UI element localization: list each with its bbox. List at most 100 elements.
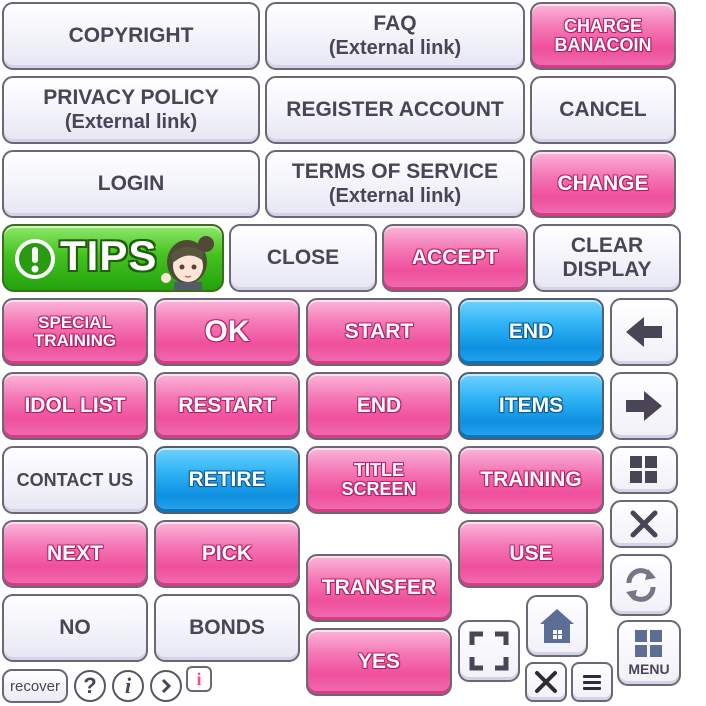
fullscreen-icon: [469, 631, 509, 671]
clear-display-line1: CLEAR: [570, 233, 644, 257]
charge-label-line1: CHARGE: [563, 16, 642, 37]
tips-label: TIPS: [60, 232, 158, 279]
tips-button[interactable]: TIPS: [2, 224, 224, 292]
end-pink-button[interactable]: END: [306, 372, 452, 440]
home-button[interactable]: [526, 595, 588, 657]
retire-button[interactable]: RETIRE: [154, 446, 300, 514]
clear-display-line2: DISPLAY: [562, 258, 652, 281]
contact-us-button[interactable]: CONTACT US: [2, 446, 148, 514]
forward-arrow-button[interactable]: [610, 372, 678, 440]
help-button[interactable]: ?: [74, 670, 106, 702]
privacy-policy-label: PRIVACY POLICY: [43, 86, 219, 110]
idol-list-label: IDOL LIST: [24, 393, 126, 417]
close-label: CLOSE: [266, 245, 340, 269]
accept-label: ACCEPT: [411, 245, 499, 269]
items-button[interactable]: ITEMS: [458, 372, 604, 440]
change-label: CHANGE: [557, 171, 649, 195]
faq-button[interactable]: FAQ (External link): [265, 2, 525, 70]
chevron-right-icon: [161, 678, 172, 694]
close-x-button[interactable]: [610, 500, 678, 548]
title-screen-line2: SCREEN: [341, 479, 417, 499]
exclamation-icon: [15, 239, 55, 279]
login-button[interactable]: LOGIN: [2, 150, 260, 218]
login-label: LOGIN: [97, 171, 165, 195]
special-training-line2: TRAINING: [33, 331, 117, 350]
restart-button[interactable]: RESTART: [154, 372, 300, 440]
menu-label: MENU: [628, 661, 670, 677]
hamburger-menu-button[interactable]: [571, 662, 613, 702]
info-box-button[interactable]: i: [186, 666, 212, 692]
privacy-policy-button[interactable]: PRIVACY POLICY (External link): [2, 76, 260, 144]
title-screen-line1: TITLE: [354, 460, 404, 481]
copyright-button[interactable]: COPYRIGHT: [2, 2, 260, 70]
yes-label: YES: [357, 649, 401, 673]
small-close-button[interactable]: [525, 662, 567, 702]
next-button[interactable]: NEXT: [2, 520, 148, 588]
fullscreen-button[interactable]: [458, 620, 520, 682]
info-icon: i: [124, 673, 132, 698]
copyright-label: COPYRIGHT: [68, 23, 194, 47]
menu-button[interactable]: MENU: [617, 620, 681, 686]
contact-us-label: CONTACT US: [16, 469, 134, 490]
menu-grid-icon: [635, 630, 662, 657]
terms-of-service-button[interactable]: TERMS OF SERVICE (External link): [265, 150, 525, 218]
refresh-icon: [626, 568, 656, 602]
use-label: USE: [509, 541, 553, 565]
info-button[interactable]: i: [112, 670, 144, 702]
close-icon: [630, 510, 658, 538]
title-screen-button[interactable]: TITLE SCREEN: [306, 446, 452, 514]
idol-list-button[interactable]: IDOL LIST: [2, 372, 148, 440]
no-button[interactable]: NO: [2, 594, 148, 662]
change-button[interactable]: CHANGE: [530, 150, 676, 218]
refresh-button[interactable]: [610, 554, 672, 616]
info-box-icon: i: [196, 668, 202, 689]
end-blue-label: END: [508, 320, 554, 343]
ok-button[interactable]: OK: [154, 298, 300, 366]
cancel-label: CANCEL: [559, 97, 647, 121]
grid-menu-button[interactable]: [610, 446, 678, 494]
bonds-label: BONDS: [189, 615, 265, 639]
arrow-left-icon: [626, 317, 662, 347]
terms-external-link-label: (External link): [328, 184, 462, 207]
close-icon: [535, 671, 557, 693]
pick-button[interactable]: PICK: [154, 520, 300, 588]
restart-label: RESTART: [178, 393, 276, 417]
use-button[interactable]: USE: [458, 520, 604, 588]
clear-display-button[interactable]: CLEAR DISPLAY: [533, 224, 681, 292]
recover-button[interactable]: recover: [2, 669, 68, 703]
retire-label: RETIRE: [188, 468, 266, 491]
next-arrow-button[interactable]: [150, 670, 182, 702]
hamburger-icon: [583, 675, 601, 690]
training-label: TRAINING: [480, 467, 582, 491]
transfer-label: TRANSFER: [321, 575, 437, 599]
character-avatar-icon: [161, 236, 214, 290]
cancel-button[interactable]: CANCEL: [530, 76, 676, 144]
transfer-button[interactable]: TRANSFER: [306, 554, 452, 622]
register-account-button[interactable]: REGISTER ACCOUNT: [265, 76, 525, 144]
question-icon: ?: [83, 673, 97, 698]
no-label: NO: [59, 615, 91, 639]
bonds-button[interactable]: BONDS: [154, 594, 300, 662]
recover-label: recover: [9, 677, 61, 695]
back-arrow-button[interactable]: [610, 298, 678, 366]
training-button[interactable]: TRAINING: [458, 446, 604, 514]
close-button[interactable]: CLOSE: [229, 224, 377, 292]
next-label: NEXT: [46, 541, 103, 565]
accept-button[interactable]: ACCEPT: [382, 224, 528, 292]
charge-label-line2: BANACOIN: [554, 35, 652, 55]
end-pink-label: END: [356, 393, 402, 417]
arrow-right-icon: [626, 391, 662, 421]
pick-label: PICK: [201, 541, 253, 565]
special-training-button[interactable]: SPECIAL TRAINING: [2, 298, 148, 366]
start-button[interactable]: START: [306, 298, 452, 366]
faq-external-link-label: (External link): [328, 36, 462, 59]
end-blue-button[interactable]: END: [458, 298, 604, 366]
privacy-external-link-label: (External link): [64, 110, 198, 133]
terms-label: TERMS OF SERVICE: [291, 160, 499, 184]
grid-icon: [630, 456, 657, 483]
special-training-line1: SPECIAL: [38, 313, 112, 333]
start-label: START: [344, 319, 414, 343]
yes-button[interactable]: YES: [306, 628, 452, 696]
items-label: ITEMS: [498, 394, 564, 417]
charge-banacoin-button[interactable]: CHARGE BANACOIN: [530, 2, 676, 70]
